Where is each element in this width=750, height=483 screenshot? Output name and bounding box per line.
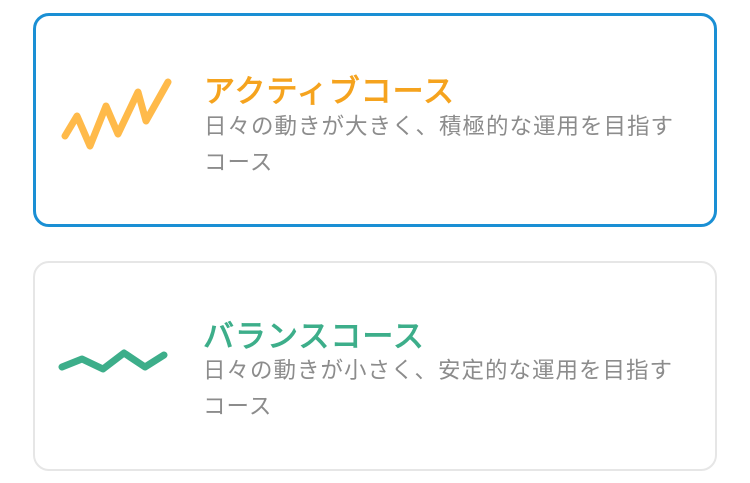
active-course-card[interactable]: アクティブコース 日々の動きが大きく、積極的な運用を目指すコース — [33, 13, 717, 227]
course-selection: アクティブコース 日々の動きが大きく、積極的な運用を目指すコース バランスコース… — [0, 0, 750, 483]
active-course-description: 日々の動きが大きく、積極的な運用を目指すコース — [204, 114, 675, 176]
balance-course-description: 日々の動きが小さく、安定的な運用を目指すコース — [203, 358, 674, 420]
zigzag-chart-icon — [61, 78, 172, 150]
balance-course-card[interactable]: バランスコース 日々の動きが小さく、安定的な運用を目指すコース — [33, 261, 717, 471]
active-course-title: アクティブコース — [204, 74, 456, 110]
balance-course-title: バランスコース — [203, 319, 425, 355]
wave-line-icon — [58, 349, 168, 373]
